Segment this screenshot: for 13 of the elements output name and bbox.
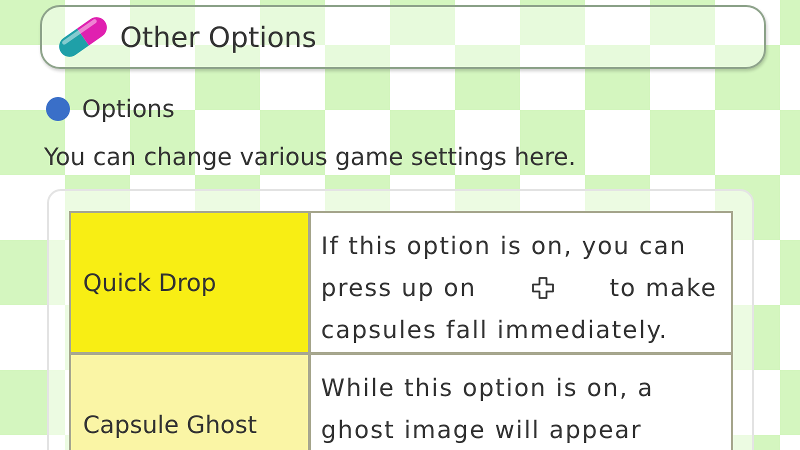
section-heading: Options xyxy=(82,95,175,123)
description-text: to make xyxy=(610,274,717,302)
description-text: press up on xyxy=(321,274,476,302)
option-name-cell[interactable]: Capsule Ghost xyxy=(71,355,308,450)
page-title: Other Options xyxy=(120,20,316,54)
description-text: ghost image will appear xyxy=(321,416,642,444)
description-text: While this option is on, a xyxy=(321,374,654,402)
description-text: capsules fall immediately. xyxy=(321,316,668,344)
option-name-cell[interactable]: Quick Drop xyxy=(71,213,308,352)
dpad-icon xyxy=(530,276,555,300)
bullet-icon xyxy=(46,97,70,121)
intro-text: You can change various game settings here. xyxy=(44,143,577,171)
description-text: If this option is on, you can xyxy=(321,232,686,260)
